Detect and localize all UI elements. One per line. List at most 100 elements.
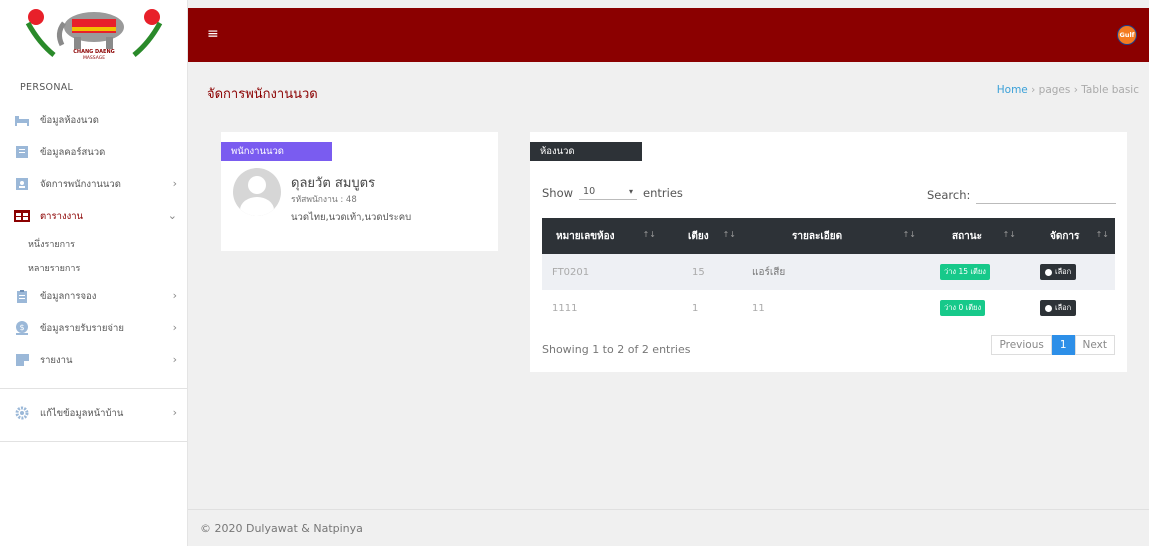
sidebar-item-label: ข้อมูลคอร์สนวด	[40, 146, 106, 158]
show-label: Show	[542, 186, 574, 200]
sidebar-item-label: รายงาน	[40, 354, 73, 366]
sort-icon: ↑↓	[722, 230, 736, 239]
pagination: Previous 1 Next	[991, 335, 1115, 355]
svg-text:CHANG DAENG: CHANG DAENG	[73, 49, 114, 55]
search-input[interactable]	[976, 186, 1117, 204]
top-navbar: ≡ Gulf	[188, 8, 1149, 62]
employee-card: พนักงานนวด ดุลยวัต สมบูตร รหัสพนักงาน : …	[221, 132, 498, 251]
caret-down-icon: ▾	[629, 187, 634, 196]
money-icon: $	[14, 321, 30, 335]
breadcrumb-pages[interactable]: pages	[1039, 84, 1071, 96]
cell-beds: 15	[662, 254, 742, 290]
pagination-next[interactable]: Next	[1074, 335, 1115, 355]
sidebar-item-employees[interactable]: จัดการพนักงานนวด ›	[0, 168, 187, 200]
employee-name: ดุลยวัต สมบูตร	[291, 176, 376, 191]
entries-select[interactable]: 10 ▾	[579, 186, 638, 200]
breadcrumb: Home › pages › Table basic	[997, 84, 1139, 96]
sidebar-heading: PERSONAL	[20, 82, 74, 93]
gulf-badge-icon[interactable]: Gulf	[1117, 25, 1137, 45]
entries-label: entries	[643, 186, 683, 200]
search-label: Search:	[927, 188, 971, 202]
id-card-icon	[14, 177, 30, 191]
cell-detail: แอร์เสีย	[742, 254, 922, 290]
footer-copyright: © 2020 Dulyawat & Natpinya	[200, 522, 363, 535]
pagination-previous[interactable]: Previous	[991, 335, 1052, 355]
sidebar-divider	[0, 441, 187, 442]
sidebar-item-rooms[interactable]: ข้อมูลห้องนวด	[0, 104, 187, 136]
rooms-card-tab: ห้องนวด	[530, 142, 642, 161]
entries-length-control: Show 10 ▾ entries	[542, 186, 683, 200]
chevron-right-icon: ›	[172, 353, 177, 366]
gear-icon	[14, 406, 30, 420]
sort-icon: ↑↓	[1095, 230, 1109, 239]
cell-status: ว่าง 0 เตียง	[922, 290, 1022, 326]
chevron-right-icon: ›	[172, 289, 177, 302]
pagination-page-1[interactable]: 1	[1051, 335, 1075, 355]
select-button[interactable]: เลือก	[1040, 300, 1077, 316]
brand-logo[interactable]: CHANG DAENG MASSAGE	[0, 0, 187, 64]
check-circle-icon	[1045, 268, 1052, 276]
sidebar-item-label: แก้ไขข้อมูลหน้าบ้าน	[40, 407, 124, 419]
employee-skills: นวดไทย,นวดเท้า,นวดประคบ	[291, 212, 412, 223]
chevron-right-icon: ›	[172, 406, 177, 419]
cell-beds: 1	[692, 302, 699, 314]
sidebar-item-label: ข้อมูลการจอง	[40, 290, 97, 302]
svg-text:$: $	[19, 323, 24, 332]
sort-icon: ↑↓	[642, 230, 656, 239]
sidebar-item-frontpage[interactable]: แก้ไขข้อมูลหน้าบ้าน ›	[0, 397, 187, 429]
sidebar-item-reports[interactable]: รายงาน ›	[0, 344, 187, 376]
sidebar-item-label: ข้อมูลรายรับรายจ่าย	[40, 322, 124, 334]
status-badge: ว่าง 15 เตียง	[940, 264, 990, 280]
sidebar-subitem-single[interactable]: หนึ่งรายการ	[0, 232, 187, 256]
report-icon	[14, 353, 30, 367]
cell-detail: 11	[752, 302, 765, 314]
column-header-status[interactable]: สถานะ ↑↓	[922, 218, 1022, 254]
chevron-right-icon: ›	[172, 177, 177, 190]
employee-card-tab: พนักงานนวด	[221, 142, 332, 161]
rooms-table: หมายเลขห้อง ↑↓ เตียง ↑↓ รายละเอียด ↑↓ สถานะ…	[542, 218, 1115, 326]
sort-icon: ↑↓	[1002, 230, 1016, 239]
search-control: Search:	[927, 186, 1117, 204]
sidebar-item-bookings[interactable]: ข้อมูลการจอง ›	[0, 280, 187, 312]
sort-icon: ↑↓	[902, 230, 916, 239]
sidebar-item-label: จัดการพนักงานนวด	[40, 178, 121, 190]
cell-action: เลือก	[1022, 254, 1115, 290]
svg-text:MASSAGE: MASSAGE	[82, 55, 104, 61]
employee-id: รหัสพนักงาน : 48	[291, 195, 357, 205]
check-circle-icon	[1045, 304, 1052, 312]
column-header-room[interactable]: หมายเลขห้อง ↑↓	[542, 218, 662, 254]
table-row: 1111 1 11 ว่าง 0 เตียง เลือก	[542, 290, 1115, 326]
breadcrumb-separator: ›	[1031, 84, 1039, 96]
select-button[interactable]: เลือก	[1040, 264, 1077, 280]
list-icon	[14, 145, 30, 159]
column-header-detail[interactable]: รายละเอียด ↑↓	[742, 218, 922, 254]
sidebar-item-schedule[interactable]: ตารางงาน ⌄	[0, 200, 187, 232]
cell-room: 1111	[552, 302, 578, 314]
breadcrumb-home[interactable]: Home	[997, 84, 1028, 96]
bed-icon	[14, 113, 30, 127]
table-row: FT0201 15 แอร์เสีย ว่าง 15 เตียง เลือก	[542, 254, 1115, 290]
chevron-right-icon: ›	[172, 321, 177, 334]
column-header-action[interactable]: จัดการ ↑↓	[1022, 218, 1115, 254]
avatar	[233, 168, 281, 216]
chevron-down-icon: ⌄	[167, 209, 177, 222]
clipboard-icon	[14, 289, 30, 303]
sidebar-item-finance[interactable]: $ ข้อมูลรายรับรายจ่าย ›	[0, 312, 187, 344]
sidebar-item-courses[interactable]: ข้อมูลคอร์สนวด	[0, 136, 187, 168]
cell-room: FT0201	[542, 254, 662, 290]
sidebar-divider	[0, 388, 187, 389]
column-header-beds[interactable]: เตียง ↑↓	[662, 218, 742, 254]
sidebar-item-label: ตารางงาน	[40, 210, 84, 222]
cell-status: ว่าง 15 เตียง	[922, 254, 1022, 290]
elephant-logo-icon: CHANG DAENG MASSAGE	[25, 9, 162, 61]
status-badge: ว่าง 0 เตียง	[940, 300, 986, 316]
cell-action: เลือก	[1022, 290, 1115, 326]
entries-select-value: 10	[583, 186, 596, 197]
sidebar-subitem-multiple[interactable]: หลายรายการ	[0, 256, 187, 280]
page-title: จัดการพนักงานนวด	[207, 87, 318, 102]
footer-divider	[188, 509, 1149, 510]
table-info: Showing 1 to 2 of 2 entries	[542, 343, 691, 356]
table-header-row: หมายเลขห้อง ↑↓ เตียง ↑↓ รายละเอียด ↑↓ สถานะ…	[542, 218, 1115, 254]
menu-toggle-icon[interactable]: ≡	[207, 27, 219, 41]
table-icon	[14, 209, 30, 223]
